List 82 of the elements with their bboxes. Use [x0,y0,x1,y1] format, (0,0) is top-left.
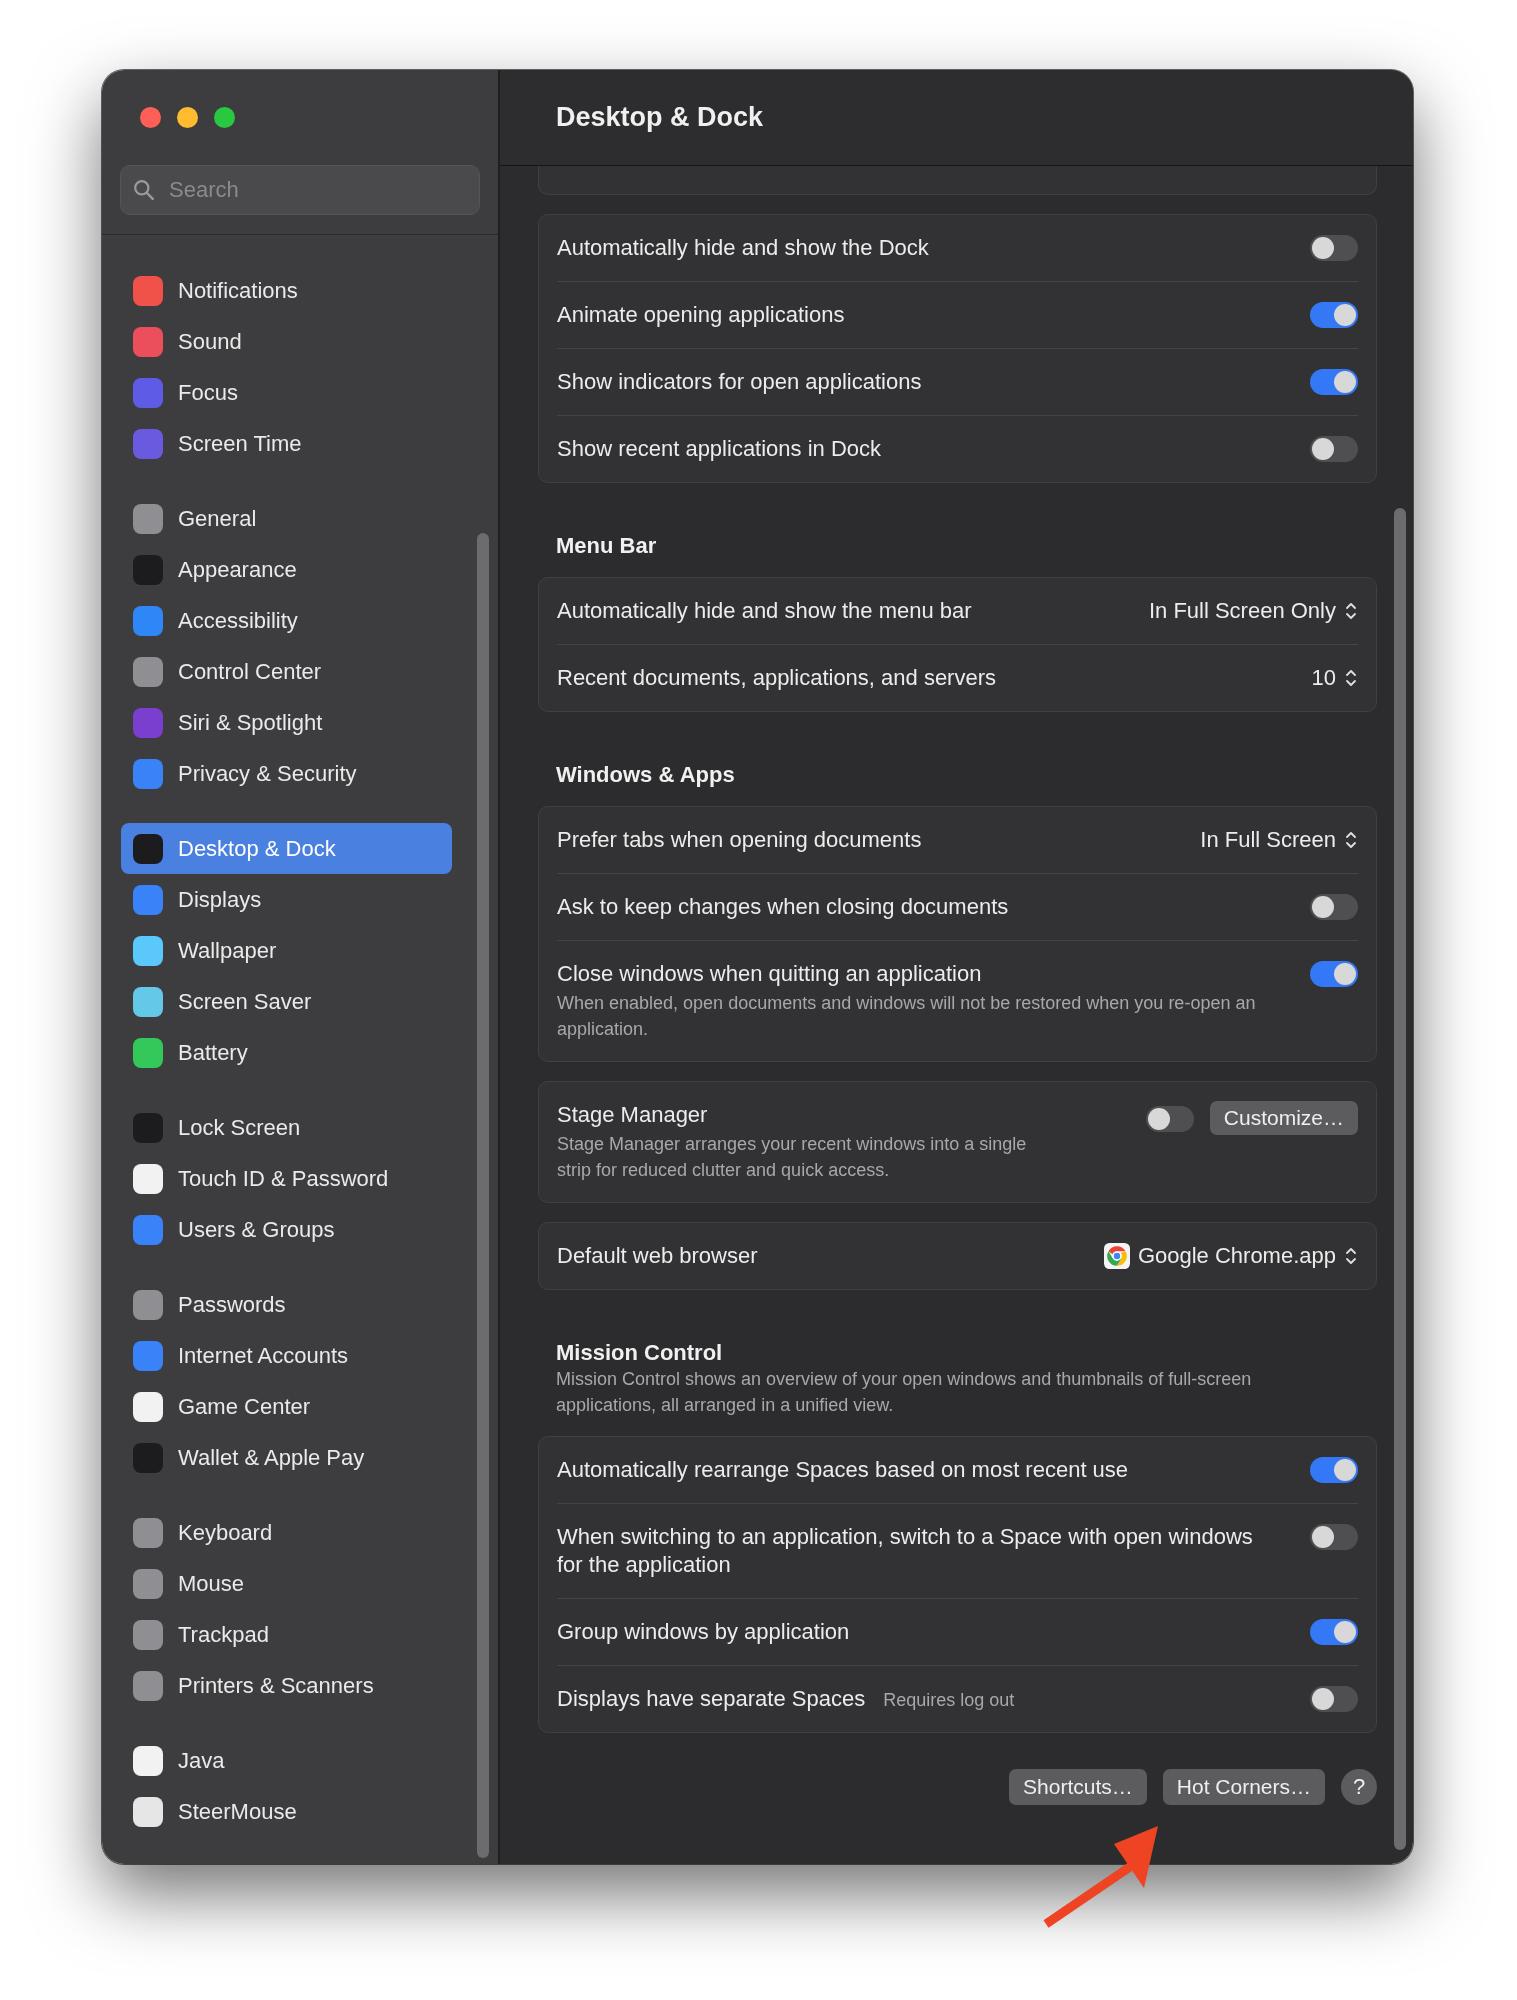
setting-label: When switching to an application, switch to a Space with open windows for the application [557,1523,1254,1579]
help-button[interactable]: ? [1341,1769,1377,1805]
sidebar-item[interactable]: SteerMouse [121,1786,452,1837]
toggle-switch[interactable] [1310,961,1358,987]
setting-label: Automatically rearrange Spaces based on most recent use [557,1456,1129,1484]
toggle-switch[interactable] [1310,235,1358,261]
setting-label: Animate opening applications [557,301,845,329]
toggle-switch[interactable] [1310,1524,1358,1550]
scrollbar-thumb[interactable] [477,533,489,1858]
popup-menu[interactable]: In Full Screen Only [1148,597,1358,625]
sidebar-item[interactable]: Users & Groups [121,1204,452,1255]
sidebar-item[interactable]: Control Center [121,646,452,697]
setting-label: Close windows when quitting an application [557,960,982,988]
popup-menu[interactable]: In Full Screen [1200,826,1358,854]
setting-label: Automatically hide and show the Dock [557,234,929,262]
sidebar-item[interactable]: Screen Time [121,418,452,469]
setting-label: Recent documents, applications, and servers [557,664,996,692]
sidebar-item[interactable]: Wallet & Apple Pay [121,1432,452,1483]
search-field[interactable]: Search [120,165,480,215]
setting-label: Prefer tabs when opening documents [557,826,922,854]
sidebar-item[interactable]: Internet Accounts [121,1330,452,1381]
scrollbar-thumb[interactable] [1394,508,1406,1850]
toggle-switch[interactable] [1310,302,1358,328]
section-heading: Menu Bar [556,533,658,559]
sidebar-item[interactable]: Screen Saver [121,976,452,1027]
popup-menu[interactable]: Google Chrome.app [1103,1242,1358,1270]
zoom-button[interactable] [214,107,235,128]
sidebar-item[interactable]: Accessibility [121,595,452,646]
section-description: Mission Control shows an overview of your open windows and thumbnails of full-screen applications, all arranged in a unified view. [556,1368,1253,1417]
setting-label: Displays have separate Spaces [557,1685,866,1713]
sidebar-item[interactable]: Keyboard [121,1507,452,1558]
customize-button[interactable]: Customize… [1209,1101,1358,1135]
footer-button[interactable]: Hot Corners… [1162,1769,1325,1805]
toggle-switch[interactable] [1310,894,1358,920]
sidebar-item[interactable]: Touch ID & Password [121,1153,452,1204]
updown-chevron-icon [1344,667,1358,689]
toggle-switch[interactable] [1310,1619,1358,1645]
setting-label: Default web browser [557,1242,758,1270]
section-heading: Mission Control [556,1340,724,1366]
footer-button[interactable]: Shortcuts… [1009,1769,1147,1805]
sidebar-item[interactable]: Privacy & Security [121,748,452,799]
sidebar-item[interactable]: Java [121,1735,452,1786]
setting-label: Show recent applications in Dock [557,435,882,463]
minimize-button[interactable] [177,107,198,128]
window-title: Desktop & Dock [556,102,764,133]
updown-chevron-icon [1344,829,1358,851]
setting-label: Automatically hide and show the menu bar [557,597,972,625]
setting-label: Show indicators for open applications [557,368,922,396]
sidebar-item[interactable]: Notifications [121,265,452,316]
toggle-switch[interactable] [1310,369,1358,395]
setting-description: When enabled, open documents and windows will not be restored when you re-open an application. [557,992,1257,1041]
toggle-switch[interactable] [1310,1457,1358,1483]
sidebar-item[interactable]: Siri & Spotlight [121,697,452,748]
sidebar-item[interactable]: General [121,493,452,544]
sidebar-item[interactable]: Sound [121,316,452,367]
search-icon [133,179,155,201]
popup-menu[interactable]: 10 [1311,664,1358,692]
sidebar-item[interactable]: Wallpaper [121,925,452,976]
sidebar-item[interactable]: Desktop & Dock [121,823,452,874]
toggle-switch[interactable] [1310,1686,1358,1712]
sidebar-item[interactable]: Mouse [121,1558,452,1609]
browser-icon [1103,1243,1130,1269]
sidebar-item[interactable]: Focus [121,367,452,418]
updown-chevron-icon [1344,1245,1358,1267]
setting-note: Requires log out [883,1690,1015,1711]
sidebar-item[interactable]: Passwords [121,1279,452,1330]
toggle-switch[interactable] [1145,1105,1194,1132]
sidebar-item[interactable]: Battery [121,1027,452,1078]
section-heading: Windows & Apps [556,762,736,788]
setting-label: Ask to keep changes when closing documents [557,893,1009,921]
toggle-switch[interactable] [1310,436,1358,462]
close-button[interactable] [140,107,161,128]
sidebar-item[interactable]: Trackpad [121,1609,452,1660]
setting-label: Stage Manager [557,1101,708,1129]
updown-chevron-icon [1344,600,1358,622]
sidebar-item[interactable]: Printers & Scanners [121,1660,452,1711]
sidebar-item[interactable]: Game Center [121,1381,452,1432]
setting-label: Group windows by application [557,1618,850,1646]
setting-description: Stage Manager arranges your recent windows into a single strip for reduced clutter and quick access. [557,1133,1028,1182]
sidebar-item[interactable]: Appearance [121,544,452,595]
sidebar-item[interactable]: Displays [121,874,452,925]
sidebar-item[interactable]: Lock Screen [121,1102,452,1153]
